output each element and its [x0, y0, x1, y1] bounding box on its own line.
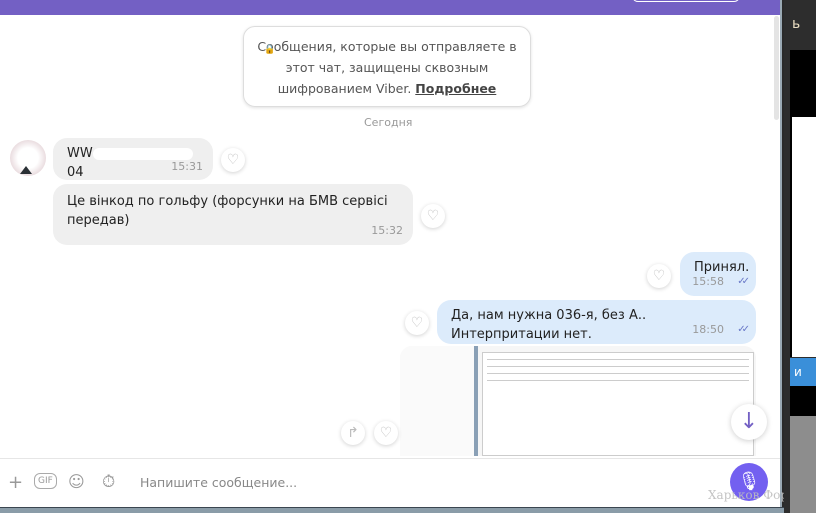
screenshot-right-pane — [482, 352, 754, 456]
forward-icon[interactable]: ↱ — [341, 421, 365, 445]
message-text: 04 — [67, 165, 84, 180]
screenshot-left-pane — [400, 346, 478, 456]
read-checkmarks-icon: ✓✓ — [737, 276, 750, 287]
app-icon: ь — [792, 16, 801, 32]
sticker-icon[interactable]: ☺ — [68, 472, 85, 491]
like-heart-icon[interactable]: ♡ — [221, 148, 245, 172]
message-bubble[interactable]: Да, нам нужна 036-я, без А.. Интерпритац… — [437, 300, 756, 344]
scrollbar[interactable] — [774, 16, 779, 120]
scroll-down-button[interactable]: ↓ — [731, 404, 767, 440]
message-bubble[interactable]: WW 04 15:31 — [53, 138, 213, 180]
read-checkmarks-icon: ✓✓ — [737, 324, 750, 335]
window-border — [0, 507, 790, 513]
like-heart-icon[interactable]: ♡ — [421, 204, 445, 228]
chat-header — [0, 0, 780, 15]
encryption-notice: 🔒 Сообщения, которые вы отправляете в эт… — [243, 26, 531, 107]
lock-icon: 🔒 — [264, 45, 276, 55]
message-bubble[interactable]: Принял. 15:58 ✓✓ — [680, 252, 756, 296]
message-time: 18:50 — [692, 323, 724, 336]
like-heart-icon[interactable]: ♡ — [374, 421, 398, 445]
gif-icon[interactable]: GIF — [34, 473, 57, 489]
header-button[interactable] — [632, 0, 740, 2]
viber-chat-window: 🔒 Сообщения, которые вы отправляете в эт… — [0, 0, 782, 507]
message-text: Да, нам нужна 036-я, без А.. Интерпритац… — [451, 308, 647, 342]
learn-more-link[interactable]: Подробнее — [415, 81, 496, 96]
like-heart-icon[interactable]: ♡ — [405, 311, 429, 335]
image-attachment[interactable] — [400, 346, 756, 456]
message-time: 15:31 — [171, 160, 203, 173]
composer-bar: + GIF ☺ ⏱ Напишите сообщение... 🎙 — [0, 458, 780, 506]
plus-icon[interactable]: + — [8, 472, 23, 493]
avatar[interactable] — [10, 140, 46, 176]
timer-icon[interactable]: ⏱ — [102, 472, 115, 492]
date-separator: Сегодня — [364, 116, 413, 129]
message-time: 15:32 — [371, 224, 403, 237]
side-button[interactable]: и — [790, 358, 816, 386]
like-heart-icon[interactable]: ♡ — [647, 264, 671, 288]
message-bubble[interactable]: Це вінкод по гольфу (форсунки на БМВ сер… — [53, 184, 413, 245]
message-input[interactable]: Напишите сообщение... — [140, 475, 297, 490]
message-time: 15:58 — [692, 275, 724, 288]
message-text: Це вінкод по гольфу (форсунки на БМВ сер… — [67, 194, 388, 228]
message-text: WW — [67, 146, 93, 161]
background-app: ь и — [784, 0, 816, 513]
